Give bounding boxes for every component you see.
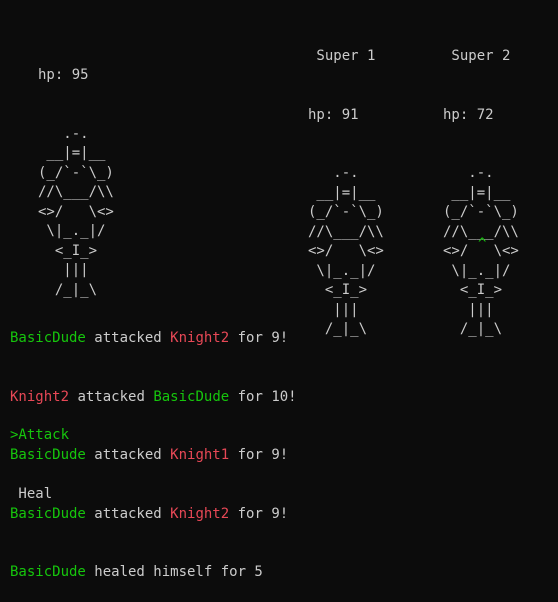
log-target: Knight2	[170, 505, 230, 522]
log-line: BasicDude attacked Knight2 for 9!	[10, 329, 297, 349]
log-actor: BasicDude	[10, 330, 86, 346]
enemy-hp: hp: 91	[308, 106, 359, 123]
enemy-hp: hp: 72	[443, 106, 494, 123]
log-verb: attacked	[69, 388, 154, 405]
log-tail: for 9!	[229, 330, 289, 346]
log-tail: for 9!	[229, 505, 289, 522]
log-tail: for 10!	[229, 388, 297, 405]
log-line: BasicDude healed himself for 5	[10, 563, 297, 583]
log-verb: healed himself for 5	[85, 564, 263, 580]
log-actor: BasicDude	[10, 564, 86, 580]
enemy-sprite: .-. __|=|__ (_/`-`\_) //\___/\\ <>/ \<> …	[308, 165, 384, 337]
enemy-super-1[interactable]: Super 1 hp: 91 .-. __|=|__ (_/`-`\_) //\…	[308, 8, 384, 359]
log-target: BasicDude	[153, 388, 230, 405]
player-sprite: .-. __|=|__ (_/`-`\_) //\___/\\ <>/ \<> …	[38, 125, 114, 298]
log-verb: attacked	[85, 447, 171, 463]
action-menu: >Attack Heal	[10, 387, 69, 524]
enemy-super-2[interactable]: Super 2 hp: 72 .-. __|=|__ (_/`-`\_) //\…	[443, 8, 519, 359]
log-target: Knight1	[170, 447, 230, 463]
log-verb: attacked	[85, 505, 171, 522]
player-character: hp: 95 .-. __|=|__ (_/`-`\_) //\___/\\ <…	[38, 27, 114, 320]
enemy-name: Super 2	[443, 48, 511, 64]
log-tail: for 9!	[229, 447, 289, 463]
log-target: Knight2	[170, 330, 230, 346]
target-cursor-icon: ^	[478, 236, 487, 252]
player-hp: hp: 95	[38, 67, 89, 83]
log-verb: attacked	[85, 330, 171, 346]
enemy-name: Super 1	[308, 48, 376, 64]
menu-item-heal[interactable]: Heal	[10, 485, 69, 505]
